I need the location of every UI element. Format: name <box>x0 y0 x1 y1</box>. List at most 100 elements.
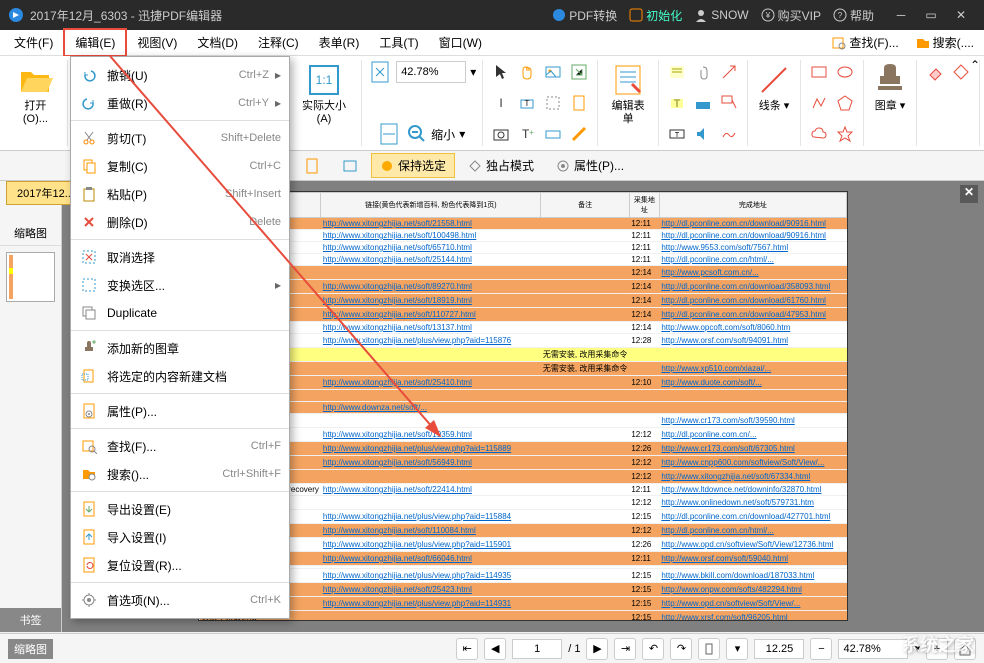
menu-item-prefs[interactable]: 首选项(N)...Ctrl+K <box>71 586 289 614</box>
menu-file[interactable]: 文件(F) <box>4 30 63 55</box>
menu-item-addstamp[interactable]: 添加新的图章 <box>71 334 289 362</box>
close-button[interactable]: ✕ <box>946 0 976 30</box>
zoom-input[interactable] <box>396 61 466 83</box>
zoom-percent-dropdown[interactable]: ▾ <box>914 642 920 655</box>
zoom-dropdown-icon[interactable]: ▾ <box>470 65 476 79</box>
menu-item-redo[interactable]: 重做(R)Ctrl+Y▸ <box>71 89 289 117</box>
menu-item-search[interactable]: 搜索()...Ctrl+Shift+F <box>71 460 289 488</box>
annot-callout[interactable] <box>717 91 741 115</box>
zoom-numeric-input[interactable] <box>754 639 804 659</box>
menu-document[interactable]: 文档(D) <box>187 30 248 55</box>
zoom-percent-input[interactable] <box>838 639 908 659</box>
shape-polygon[interactable] <box>833 91 857 115</box>
annot-sound[interactable] <box>691 122 715 146</box>
shape-oval[interactable] <box>833 60 857 84</box>
tool-crop[interactable] <box>567 91 591 115</box>
menu-comment[interactable]: 注释(C) <box>248 30 309 55</box>
annot-textbox[interactable]: T <box>665 122 689 146</box>
menu-item-copy[interactable]: 复制(C)Ctrl+C <box>71 152 289 180</box>
stamp-button[interactable]: 图章 ▾ <box>870 60 910 115</box>
status-home-button[interactable] <box>954 638 976 660</box>
page-number-input[interactable] <box>512 639 562 659</box>
sidebar-bookmark-tab[interactable]: 书签 <box>0 608 61 632</box>
menu-item-undo[interactable]: 撤销(U)Ctrl+Z▸ <box>71 61 289 89</box>
pdf-convert-link[interactable]: PDF转换 <box>552 7 617 24</box>
zoom-plus-button[interactable]: + <box>926 638 948 660</box>
fit-page-icon[interactable] <box>368 60 392 84</box>
minimize-button[interactable]: ─ <box>886 0 916 30</box>
open-button[interactable]: 打开(O)... <box>10 60 61 128</box>
sidebar-thumbnail-header[interactable]: 缩略图 <box>0 221 61 246</box>
menu-item-reset[interactable]: 复位设置(R)... <box>71 551 289 579</box>
shape-cloud[interactable] <box>807 122 831 146</box>
page-thumbnail[interactable] <box>6 252 55 302</box>
lines-button[interactable]: 线条 ▾ <box>754 60 794 115</box>
zoom-out-button[interactable]: 缩小▾ <box>405 122 467 146</box>
menu-item-delete[interactable]: 删除(D)Delete <box>71 208 289 236</box>
menu-window[interactable]: 窗口(W) <box>429 30 492 55</box>
tool-select-text[interactable]: I <box>489 91 513 115</box>
menu-item-changesel[interactable]: 变换选区...▸ <box>71 271 289 299</box>
tool-form-field[interactable] <box>541 122 565 146</box>
tool-hand[interactable] <box>515 60 539 84</box>
menu-edit[interactable]: 编辑(E) <box>63 28 127 57</box>
last-page-button[interactable]: ⇥ <box>614 638 636 660</box>
help-link[interactable]: ?帮助 <box>833 7 874 24</box>
shape-polyline[interactable] <box>807 91 831 115</box>
tool-snapshot[interactable] <box>489 122 513 146</box>
actual-size-button[interactable]: 1:1 实际大小(A) <box>293 60 355 128</box>
nav-back-button[interactable]: ↶ <box>642 638 664 660</box>
annot-note[interactable] <box>665 60 689 84</box>
annot-highlight[interactable]: T <box>665 91 689 115</box>
view-continuous-button[interactable]: ▾ <box>726 638 748 660</box>
tool-image[interactable] <box>541 60 565 84</box>
nav-fwd-button[interactable]: ↷ <box>670 638 692 660</box>
menu-form[interactable]: 表单(R) <box>309 30 370 55</box>
zoom-minus-button[interactable]: − <box>810 638 832 660</box>
search-button[interactable]: 搜索(.... <box>909 32 980 53</box>
user-label[interactable]: SNOW <box>694 8 748 22</box>
ribbon-collapse-icon[interactable]: ⌃ <box>970 58 980 72</box>
menu-item-import[interactable]: 导入设置(I) <box>71 523 289 551</box>
maximize-button[interactable]: ▭ <box>916 0 946 30</box>
menu-item-cut[interactable]: 剪切(T)Shift+Delete <box>71 124 289 152</box>
tool-edit-text[interactable]: T <box>515 91 539 115</box>
tool-measure[interactable] <box>567 122 591 146</box>
menu-item-newfile[interactable]: 将选定的内容新建文档 <box>71 362 289 390</box>
shape-rect[interactable] <box>807 60 831 84</box>
fit-width-icon[interactable] <box>377 122 401 146</box>
menu-tools[interactable]: 工具(T) <box>369 30 428 55</box>
find-button[interactable]: 查找(F)... <box>825 32 904 53</box>
first-page-button[interactable]: ⇤ <box>456 638 478 660</box>
exclusive-mode-button[interactable]: 独占模式 <box>459 153 543 178</box>
menu-item-props[interactable]: 属性(P)... <box>71 397 289 425</box>
tool-object[interactable] <box>541 91 565 115</box>
tool2-doc[interactable] <box>295 154 329 178</box>
prev-page-button[interactable]: ◀ <box>484 638 506 660</box>
annot-arrow[interactable] <box>717 60 741 84</box>
keep-selected-button[interactable]: 保持选定 <box>371 153 455 178</box>
tool-insert-text[interactable]: T+ <box>515 122 539 146</box>
vip-link[interactable]: ¥购买VIP <box>761 7 821 24</box>
thumbnail-panel-label[interactable]: 缩略图 <box>8 639 53 659</box>
menu-item-export[interactable]: 导出设置(E) <box>71 495 289 523</box>
annot-typewriter[interactable] <box>691 91 715 115</box>
next-page-button[interactable]: ▶ <box>586 638 608 660</box>
annot-pencil[interactable] <box>717 122 741 146</box>
document-close-button[interactable]: ✕ <box>960 185 978 203</box>
tool-link[interactable] <box>567 60 591 84</box>
view-single-button[interactable] <box>698 638 720 660</box>
init-link[interactable]: 初始化 <box>629 7 682 24</box>
menu-item-paste[interactable]: 粘贴(P)Shift+Insert <box>71 180 289 208</box>
shape-star[interactable] <box>833 122 857 146</box>
annot-attach[interactable] <box>691 60 715 84</box>
menu-item-duplicate[interactable]: Duplicate <box>71 299 289 327</box>
edit-form-button[interactable]: 编辑表单 <box>604 60 652 128</box>
tool-pointer[interactable] <box>489 60 513 84</box>
tool-eraser[interactable] <box>923 60 947 84</box>
menu-view[interactable]: 视图(V) <box>127 30 187 55</box>
menu-item-deselect[interactable]: 取消选择 <box>71 243 289 271</box>
tool2-annot[interactable] <box>333 154 367 178</box>
menu-item-find[interactable]: 查找(F)...Ctrl+F <box>71 432 289 460</box>
properties-button[interactable]: 属性(P)... <box>547 153 633 178</box>
